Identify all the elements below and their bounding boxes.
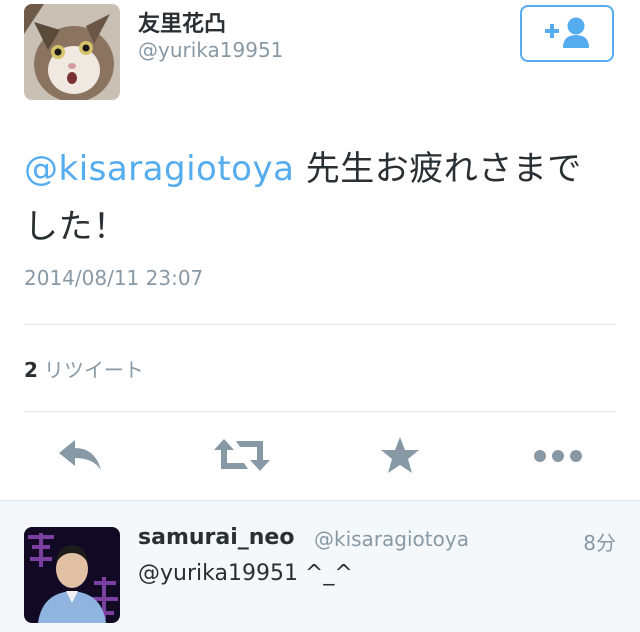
reply-button[interactable] xyxy=(56,436,104,478)
tweet-detail: 友里花凸 @yurika19951 @kisaragiotoya 先生お疲れさま… xyxy=(0,0,640,500)
mention-link[interactable]: @kisaragiotoya xyxy=(24,149,294,189)
reply-user-name[interactable]: samurai_neo xyxy=(138,525,294,550)
retweet-count-label: リツイート xyxy=(43,358,144,382)
tweet-timestamp: 2014/08/11 23:07 xyxy=(24,266,204,290)
retweet-count-number: 2 xyxy=(24,358,38,382)
divider xyxy=(24,411,616,412)
reply-text: @yurika19951 ^_^ xyxy=(138,561,353,586)
retweet-icon xyxy=(214,437,270,477)
favorite-button[interactable] xyxy=(376,436,424,478)
reply-icon xyxy=(57,438,103,476)
more-icon xyxy=(533,448,583,467)
follow-button[interactable] xyxy=(520,5,614,62)
divider xyxy=(24,324,616,325)
reply-timestamp: 8分 xyxy=(583,531,616,555)
user-handle[interactable]: @yurika19951 xyxy=(138,38,283,62)
add-user-icon xyxy=(542,15,592,53)
more-button[interactable] xyxy=(534,436,582,478)
star-icon xyxy=(380,436,420,478)
retweet-button[interactable] xyxy=(214,436,270,478)
tweet-text-line1: 先生お疲れさまで xyxy=(294,149,582,189)
retweet-count[interactable]: 2 リツイート xyxy=(24,354,144,383)
reply-tweet[interactable]: samurai_neo @kisaragiotoya 8分 @yurika199… xyxy=(0,500,640,632)
reply-user-handle[interactable]: @kisaragiotoya xyxy=(314,527,469,551)
reply-user-avatar[interactable] xyxy=(24,527,120,623)
user-display-name[interactable]: 友里花凸 xyxy=(138,6,226,38)
user-avatar[interactable] xyxy=(24,4,120,100)
tweet-text: @kisaragiotoya 先生お疲れさまで した！ xyxy=(24,140,624,256)
tweet-text-line2: した！ xyxy=(24,207,128,247)
